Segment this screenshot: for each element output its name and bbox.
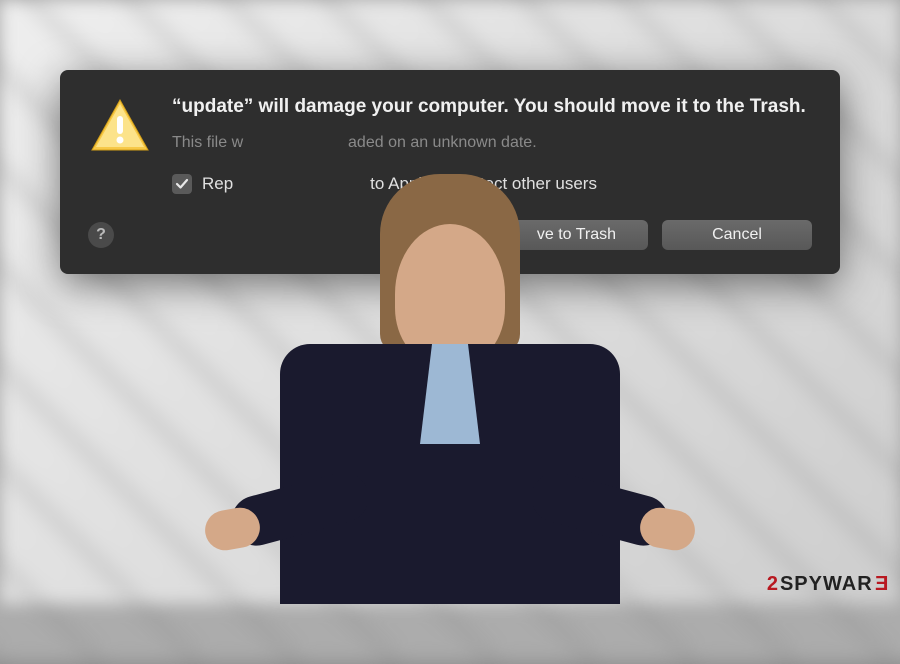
person-head bbox=[395, 224, 505, 364]
checkbox-label-left: Rep bbox=[202, 174, 233, 193]
warning-triangle-icon bbox=[88, 94, 152, 158]
warning-icon-container bbox=[88, 94, 152, 158]
person-image bbox=[190, 224, 710, 604]
watermark-prefix: 2 bbox=[767, 573, 778, 596]
subtitle-text-right: aded on an unknown date. bbox=[348, 134, 537, 151]
person-hand-right bbox=[637, 505, 698, 554]
help-button[interactable]: ? bbox=[88, 222, 114, 248]
report-checkbox[interactable] bbox=[172, 174, 192, 194]
dialog-title: “update” will damage your computer. You … bbox=[172, 94, 812, 120]
watermark-main: SPYWAR bbox=[780, 573, 873, 596]
subtitle-text-left: This file w bbox=[172, 134, 243, 151]
watermark-suffix: E bbox=[875, 573, 888, 596]
watermark: 2 SPYWAR E bbox=[767, 573, 888, 596]
checkmark-icon bbox=[175, 177, 189, 191]
dialog-subtitle: This file w xxxxxxxxxxxx aded on an unkn… bbox=[172, 134, 812, 152]
